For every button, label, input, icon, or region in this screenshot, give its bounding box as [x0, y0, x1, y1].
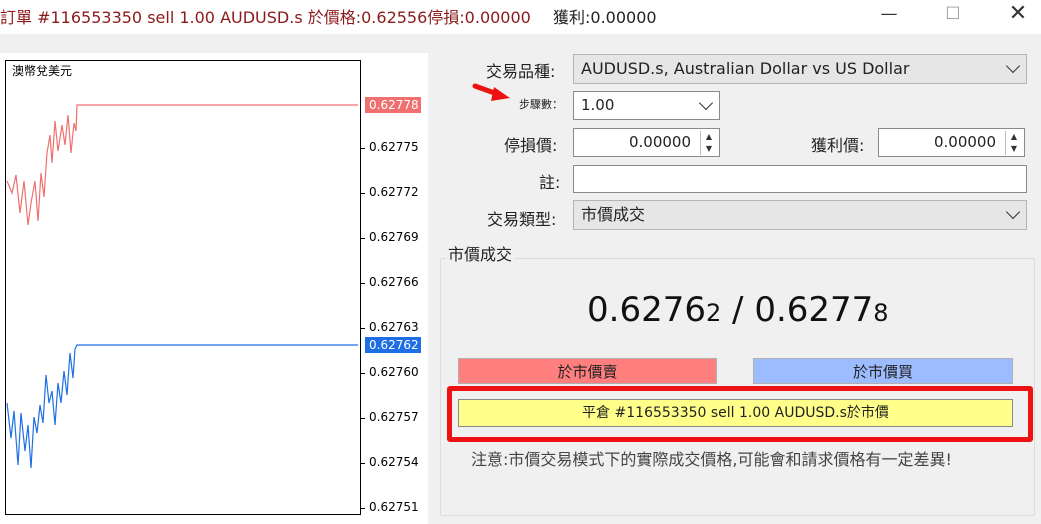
sell-by-market-button[interactable]: 於市價賣 — [458, 358, 717, 384]
comment-input[interactable] — [573, 165, 1027, 193]
group-title: 市價成交 — [446, 241, 515, 265]
tick-mark — [360, 508, 365, 509]
tick-mark — [360, 193, 365, 194]
tick-chart-panel: 澳幣兌美元 0.62775 0.62772 0.62769 0.62766 0.… — [0, 53, 428, 524]
stop-loss-spinner[interactable]: ▲ ▼ — [700, 131, 717, 155]
tick-chart — [6, 104, 358, 469]
take-profit-spinner[interactable]: ▲ ▼ — [1005, 131, 1022, 155]
bid-price-line — [6, 344, 358, 469]
take-profit-value: 0.00000 — [933, 133, 996, 151]
ask-price-pip: 8 — [873, 299, 889, 327]
stop-loss-input[interactable]: 0.00000 ▲ ▼ — [573, 128, 720, 157]
take-profit-input[interactable]: 0.00000 ▲ ▼ — [878, 128, 1025, 157]
execution-note: 注意:市價交易模式下的實際成交價格,可能會和請求價格有一定差異! — [471, 450, 952, 469]
tick-mark — [360, 463, 365, 464]
symbol-label: 交易品種: — [486, 62, 556, 81]
profit-readout: 獲利:0.00000 — [553, 8, 657, 27]
price-tick-label: 0.62772 — [369, 185, 419, 199]
close-icon[interactable]: ✕ — [995, 0, 1041, 30]
price-tick-label: 0.62751 — [369, 500, 419, 514]
quote-separator: / — [721, 290, 755, 330]
symbol-value: AUDUSD.s, Australian Dollar vs US Dollar — [581, 59, 910, 78]
title-bar: 訂單 #116553350 sell 1.00 AUDUSD.s 於價格:0.6… — [0, 0, 1041, 34]
ask-price-marker: 0.62778 — [365, 97, 421, 113]
buy-by-market-button[interactable]: 於市價買 — [753, 358, 1013, 384]
tick-mark — [360, 238, 365, 239]
window-title: 訂單 #116553350 sell 1.00 AUDUSD.s 於價格:0.6… — [0, 8, 531, 27]
volume-value: 1.00 — [581, 96, 615, 114]
chevron-down-icon — [698, 95, 714, 111]
red-arrow-icon — [472, 83, 510, 101]
comment-label: 註: — [539, 173, 561, 192]
price-tick-label: 0.62757 — [369, 410, 419, 424]
order-type-value: 市價成交 — [581, 205, 646, 224]
price-quote: 0.62762 / 0.62778 — [587, 290, 889, 330]
volume-label: 步驟數： — [519, 98, 563, 111]
take-profit-label: 獲利價: — [811, 136, 865, 155]
minimize-icon[interactable]: — — [866, 0, 912, 30]
price-tick-label: 0.62769 — [369, 230, 419, 244]
tick-mark — [360, 328, 365, 329]
bid-price-pip: 2 — [705, 299, 722, 327]
price-tick-label: 0.62763 — [369, 320, 419, 334]
bid-price: 0.6276 — [587, 290, 706, 330]
chevron-down-icon — [1005, 58, 1021, 74]
ask-price: 0.6277 — [754, 290, 874, 330]
tick-mark — [360, 148, 365, 149]
tick-mark — [360, 418, 365, 419]
close-position-button[interactable]: 平倉 #116553350 sell 1.00 AUDUSD.s於市價 — [458, 399, 1013, 427]
price-tick-label: 0.62766 — [369, 275, 419, 289]
volume-select[interactable]: 1.00 — [573, 91, 720, 120]
order-type-select[interactable]: 市價成交 — [573, 200, 1027, 230]
chevron-down-icon — [1005, 204, 1021, 220]
tick-mark — [360, 283, 365, 284]
chart-title: 澳幣兌美元 — [12, 64, 73, 78]
ask-price-line — [6, 104, 358, 226]
stop-loss-label: 停損價: — [504, 136, 558, 155]
stop-loss-value: 0.00000 — [628, 133, 691, 151]
bid-price-marker: 0.62762 — [365, 337, 421, 353]
price-tick-label: 0.62760 — [369, 365, 419, 379]
maximize-icon[interactable]: ☐ — [930, 0, 976, 30]
price-tick-label: 0.62775 — [369, 140, 419, 154]
tick-mark — [360, 373, 365, 374]
price-tick-label: 0.62754 — [369, 455, 419, 469]
order-type-label: 交易類型: — [487, 210, 557, 229]
symbol-select[interactable]: AUDUSD.s, Australian Dollar vs US Dollar — [573, 54, 1027, 84]
